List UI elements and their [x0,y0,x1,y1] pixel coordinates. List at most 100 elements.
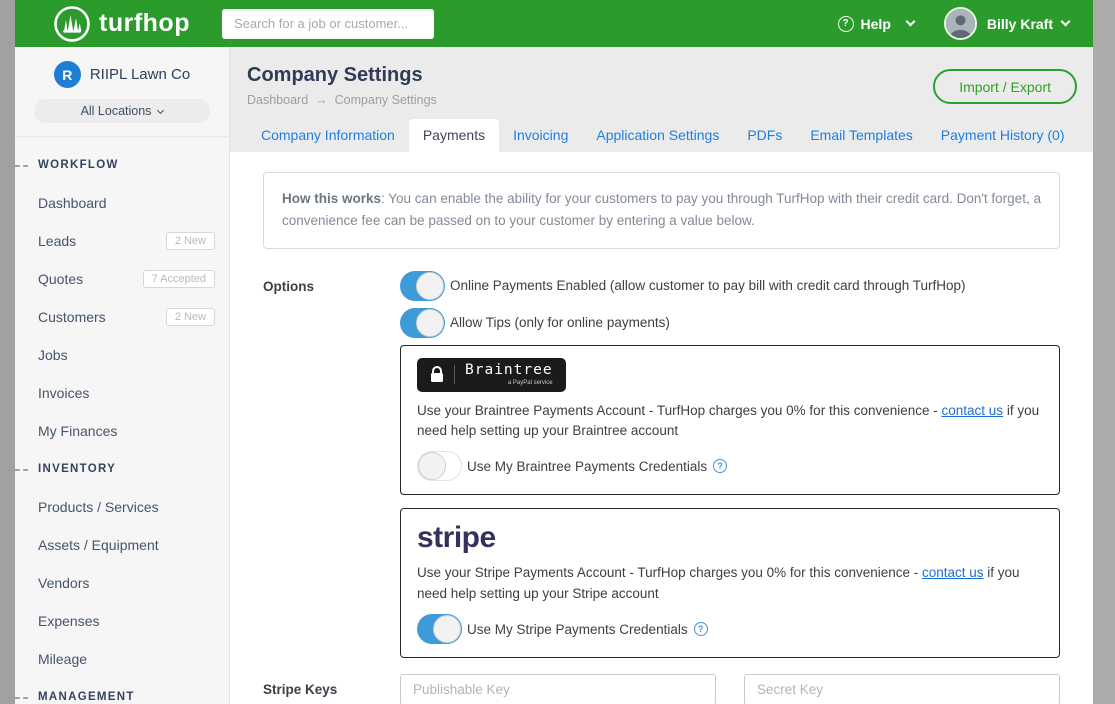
sidebar-item-label: Assets / Equipment [38,537,159,553]
main-area: Company Settings Dashboard → Company Set… [230,47,1093,704]
sidebar-item-dashboard[interactable]: Dashboard [15,184,229,222]
sidebar-item-jobs[interactable]: Jobs [15,336,229,374]
payments-panel: How this works: You can enable the abili… [230,152,1093,704]
turfhop-logo[interactable]: turfhop [53,5,190,43]
allow-tips-toggle-label: Allow Tips (only for online payments) [450,315,670,330]
sidebar-item-expenses[interactable]: Expenses [15,602,229,640]
sidebar-item-label: My Finances [38,423,117,439]
global-search-input[interactable] [222,9,434,39]
stripe-desc-text: Use your Stripe Payments Account - TurfH… [417,565,922,580]
stripe-help-tooltip-icon[interactable]: ? [694,622,708,636]
user-name: Billy Kraft [987,16,1053,32]
allow-tips-toggle-row: Allow Tips (only for online payments) [400,308,1060,338]
braintree-contact-us-link[interactable]: contact us [942,403,1004,418]
help-question-icon: ? [838,16,854,32]
sidebar-item-assets-equipment[interactable]: Assets / Equipment [15,526,229,564]
tab-payment-history[interactable]: Payment History (0) [927,119,1079,152]
toggle-knob [416,309,444,337]
sidebar-item-customers[interactable]: Customers 2 New [15,298,229,336]
braintree-toggle-row: Use My Braintree Payments Credentials ? [417,451,1043,481]
braintree-credentials-toggle[interactable] [417,451,462,481]
stripe-description: Use your Stripe Payments Account - TurfH… [417,563,1043,605]
tab-email-templates[interactable]: Email Templates [796,119,926,152]
main-header: Company Settings Dashboard → Company Set… [230,47,1093,152]
sidebar-item-label: Jobs [38,347,68,363]
help-label: Help [861,16,891,32]
allow-tips-toggle[interactable] [400,308,445,338]
sidebar-item-label: Products / Services [38,499,159,515]
grass-logo-icon [53,5,91,43]
info-box-text: : You can enable the ability for your cu… [282,191,1041,228]
breadcrumb-dashboard[interactable]: Dashboard [247,93,308,107]
chevron-down-icon [905,17,915,27]
braintree-wordmark: Braintree [465,363,553,379]
sidebar-item-mileage[interactable]: Mileage [15,640,229,678]
sidebar-item-quotes[interactable]: Quotes 7 Accepted [15,260,229,298]
sidebar-item-label: Quotes [38,271,83,287]
braintree-box: Braintree a PayPal service Use your Brai… [400,345,1060,496]
secret-key-input[interactable] [744,674,1060,704]
import-export-button[interactable]: Import / Export [933,69,1077,104]
online-payments-toggle[interactable] [400,271,445,301]
stripe-contact-us-link[interactable]: contact us [922,565,984,580]
customers-badge: 2 New [166,308,215,326]
braintree-desc-text: Use your Braintree Payments Account - Tu… [417,403,942,418]
sidebar-item-invoices[interactable]: Invoices [15,374,229,412]
toggle-knob [418,452,446,480]
toggle-knob [433,615,461,643]
tab-invoicing[interactable]: Invoicing [499,119,582,152]
stripe-keys-label: Stripe Keys [263,674,400,704]
sidebar-item-label: Dashboard [38,195,107,211]
sidebar-item-label: Mileage [38,651,87,667]
user-avatar [944,7,977,40]
tab-application-settings[interactable]: Application Settings [582,119,733,152]
publishable-key-input[interactable] [400,674,716,704]
tab-company-information[interactable]: Company Information [247,119,409,152]
sidebar-item-label: Customers [38,309,106,325]
stripe-box: stripe Use your Stripe Payments Account … [400,508,1060,658]
user-menu[interactable]: Billy Kraft [944,7,1069,40]
stripe-wordmark: stripe [417,521,1043,554]
top-navbar: turfhop ? Help Billy Kraft [15,0,1093,47]
braintree-logo: Braintree a PayPal service [417,358,566,392]
sidebar-item-vendors[interactable]: Vendors [15,564,229,602]
leads-badge: 2 New [166,232,215,250]
location-selector-label: All Locations [81,104,152,118]
chevron-down-icon [1061,17,1071,27]
breadcrumb-arrow-icon: → [315,93,328,107]
sidebar-item-leads[interactable]: Leads 2 New [15,222,229,260]
tab-pdfs[interactable]: PDFs [733,119,796,152]
company-block: R RIIPL Lawn Co All Locations [15,47,229,137]
help-menu[interactable]: ? Help [838,16,914,32]
sidebar: R RIIPL Lawn Co All Locations WORKFLOW D… [15,47,230,704]
sidebar-item-label: Leads [38,233,76,249]
stripe-credentials-label: Use My Stripe Payments Credentials [467,622,688,637]
braintree-description: Use your Braintree Payments Account - Tu… [417,401,1043,443]
toggle-knob [416,272,444,300]
sidebar-item-label: Expenses [38,613,99,629]
braintree-help-tooltip-icon[interactable]: ? [713,459,727,473]
options-row: Options Online Payments Enabled (allow c… [263,271,1060,659]
stripe-keys-row: Stripe Keys [263,674,1060,704]
stripe-credentials-toggle[interactable] [417,614,462,644]
company-name: RIIPL Lawn Co [90,66,190,83]
desktop-edge-left [0,0,15,704]
tab-payments[interactable]: Payments [409,119,499,152]
chevron-down-icon [157,106,164,113]
lock-icon [430,366,444,383]
sidebar-item-products-services[interactable]: Products / Services [15,488,229,526]
stripe-toggle-row: Use My Stripe Payments Credentials ? [417,614,1043,644]
quotes-badge: 7 Accepted [143,270,215,288]
logo-divider [454,365,455,384]
options-label: Options [263,271,400,659]
app-window: turfhop ? Help Billy Kraft [15,0,1093,704]
sidebar-item-my-finances[interactable]: My Finances [15,412,229,450]
breadcrumb-current: Company Settings [335,93,437,107]
info-box-lead: How this works [282,191,381,206]
turfhop-logo-text: turfhop [99,9,190,38]
location-selector[interactable]: All Locations [34,99,210,123]
sidebar-item-label: Invoices [38,385,89,401]
sidebar-item-label: Vendors [38,575,89,591]
settings-tabs: Company Information Payments Invoicing A… [247,119,1076,152]
how-this-works-box: How this works: You can enable the abili… [263,172,1060,249]
